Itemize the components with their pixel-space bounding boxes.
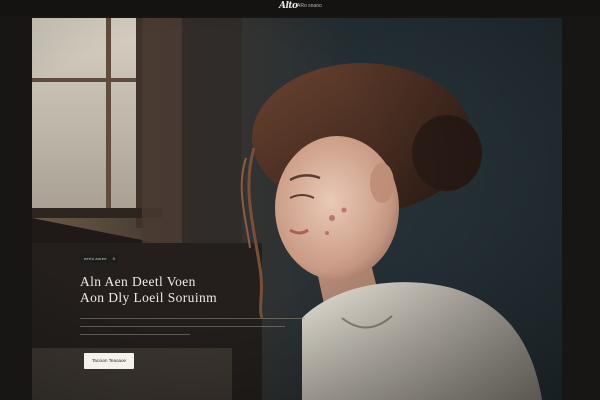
nav-link[interactable]: ARo snaoo — [297, 3, 322, 9]
hero-section: eerto aoree 5 Aln Aen Deetl Voen Aon Dly… — [32, 18, 562, 400]
site-logo[interactable]: Alto — [279, 1, 298, 11]
text-line — [80, 325, 285, 328]
hero-cta-button[interactable]: Tacoion Teaoaoe — [84, 353, 134, 369]
headline-line-1: Aln Aen Deetl Voen — [80, 274, 196, 289]
hero-badge: eerto aoree 5 — [80, 254, 118, 263]
hero-headline: Aln Aen Deetl Voen Aon Dly Loeil Soruinm — [80, 274, 340, 306]
hero-description-placeholder — [80, 318, 330, 342]
headline-line-2: Aon Dly Loeil Soruinm — [80, 290, 218, 305]
badge-separator: 5 — [112, 256, 115, 261]
text-line — [80, 333, 190, 336]
top-bar: Alto ARo snaoo — [0, 0, 600, 16]
text-line — [80, 318, 305, 320]
badge-label: eerto aoree — [84, 256, 107, 261]
hero-painting — [32, 18, 562, 400]
